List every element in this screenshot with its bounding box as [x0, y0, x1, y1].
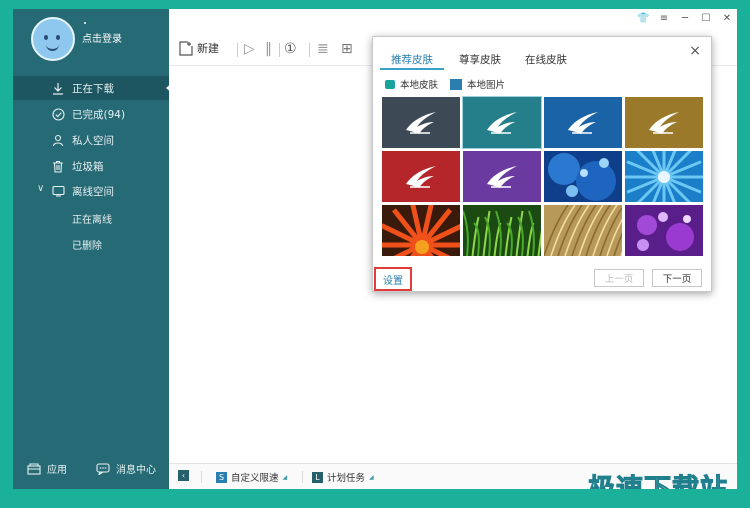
pause-icon[interactable]: ‖: [265, 41, 272, 57]
window-controls: 👕 ≡ ─ ☐ ✕: [637, 13, 733, 24]
speed-icon: S: [216, 471, 227, 483]
priority-icon[interactable]: ①: [284, 41, 297, 57]
picture-icon: [450, 78, 462, 90]
new-task-button[interactable]: 新建: [179, 40, 219, 56]
scheduled-task-button[interactable]: L 计划任务 ◢: [312, 470, 374, 484]
toolbar-divider: [279, 43, 280, 57]
maximize-icon[interactable]: ☐: [700, 13, 712, 24]
skin-thumbnail-blue[interactable]: [544, 97, 622, 148]
tab-premium-skins[interactable]: 尊享皮肤: [459, 52, 501, 67]
schedule-icon: L: [312, 471, 323, 483]
close-icon[interactable]: ×: [689, 43, 701, 59]
avatar-eye: [56, 35, 60, 40]
sidebar-item-trash[interactable]: 垃圾箱: [13, 154, 169, 178]
tab-online-skins[interactable]: 在线皮肤: [525, 52, 567, 67]
sidebar-item-label: 已完成(94): [72, 109, 126, 121]
local-skin-button[interactable]: 本地皮肤: [385, 77, 438, 91]
settings-link[interactable]: 设置: [374, 267, 412, 291]
tasks-icon[interactable]: ≣: [317, 41, 329, 57]
toolbar: 新建 ▷ ‖ ① ≣ ⊞: [169, 35, 369, 63]
close-icon[interactable]: ✕: [721, 13, 733, 24]
next-page-button[interactable]: 下一页: [652, 269, 702, 287]
chevron-down-icon[interactable]: ∨: [37, 183, 44, 194]
skin-thumbnail-golden-grass[interactable]: [544, 205, 622, 256]
skin-thumbnail-teal[interactable]: [462, 96, 542, 149]
message-center-button[interactable]: 消息中心: [96, 461, 156, 476]
avatar-eye: [44, 35, 48, 40]
prev-page-button[interactable]: 上一页: [594, 269, 644, 287]
skin-thumbnail-purple-drops[interactable]: [625, 205, 703, 256]
menu-icon[interactable]: ≡: [658, 13, 670, 24]
sidebar-item-label: 正在下载: [72, 83, 114, 95]
skin-thumbnail-blue-water-drops[interactable]: [544, 151, 622, 202]
custom-speed-label: 自定义限速: [231, 473, 279, 484]
active-caret: [166, 83, 172, 93]
skin-thumbnail-orange-flower[interactable]: [382, 205, 460, 256]
sidebar-item-label: 私人空间: [72, 135, 114, 147]
new-file-icon: [179, 40, 193, 56]
window-frame: 点击登录 正在下载 已完成(94) 私人空间 垃圾箱 ∨ 离线空间 正在离线 已…: [0, 0, 750, 508]
trash-icon: [51, 159, 65, 173]
sidebar-item-label: 离线空间: [72, 186, 114, 198]
local-skin-label: 本地皮肤: [400, 80, 439, 91]
collapse-arrow-icon: ‹: [178, 470, 189, 481]
avatar[interactable]: [31, 17, 75, 61]
skin-thumbnail-blue-flower[interactable]: [625, 151, 703, 202]
dropdown-triangle-icon: ◢: [369, 473, 374, 481]
skin-thumbnail-dark-slate[interactable]: [382, 97, 460, 148]
message-center-label: 消息中心: [116, 465, 156, 476]
active-tab-indicator: [380, 68, 444, 70]
local-picture-label: 本地图片: [467, 80, 506, 91]
sidebar-subitem-offline[interactable]: 正在离线: [72, 211, 112, 226]
sidebar-item-label: 垃圾箱: [72, 161, 104, 173]
toolbar-divider: [237, 43, 238, 57]
watermark-logo: 极速下载站: [588, 467, 728, 490]
sidebar-item-offline-space[interactable]: ∨ 离线空间: [13, 179, 169, 203]
toolbar-divider: [309, 43, 310, 57]
sidebar-item-private-space[interactable]: 私人空间: [13, 128, 169, 152]
check-circle-icon: [51, 107, 65, 121]
skin-thumbnail-red[interactable]: [382, 151, 460, 202]
sidebar-item-downloading[interactable]: 正在下载: [13, 76, 172, 100]
new-task-label: 新建: [197, 42, 219, 55]
dropdown-triangle-icon: ◢: [282, 473, 288, 481]
cloud-icon: [51, 184, 65, 198]
collapse-sidebar-button[interactable]: ‹: [178, 470, 189, 481]
sidebar: 点击登录 正在下载 已完成(94) 私人空间 垃圾箱 ∨ 离线空间 正在离线 已…: [13, 9, 172, 489]
skin-thumbnail-purple[interactable]: [463, 151, 541, 202]
grid-view-icon[interactable]: ⊞: [341, 41, 353, 57]
chat-bubble-icon: [96, 462, 110, 475]
local-picture-button[interactable]: 本地图片: [450, 77, 505, 91]
skin-dialog: 推荐皮肤 尊享皮肤 在线皮肤 × 本地皮肤 本地图片 设置 上一页 下一页: [372, 36, 712, 292]
tshirt-icon: [385, 79, 395, 89]
statusbar-divider: [302, 471, 303, 483]
apps-label: 应用: [47, 465, 67, 476]
skin-thumbnail-olive-gold[interactable]: [625, 97, 703, 148]
sidebar-subitem-deleted[interactable]: 已删除: [72, 237, 102, 252]
download-icon: [51, 81, 65, 95]
minimize-icon[interactable]: ─: [679, 13, 691, 24]
login-link[interactable]: 点击登录: [82, 30, 122, 45]
apps-button[interactable]: 应用: [27, 461, 67, 476]
tab-recommended-skins[interactable]: 推荐皮肤: [391, 52, 433, 67]
play-icon[interactable]: ▷: [244, 41, 255, 57]
status-dot: [84, 22, 86, 24]
app-box-icon: [27, 462, 41, 475]
app-window: 点击登录 正在下载 已完成(94) 私人空间 垃圾箱 ∨ 离线空间 正在离线 已…: [13, 9, 737, 489]
skin-icon[interactable]: 👕: [637, 13, 649, 24]
avatar-mouth: [46, 43, 59, 51]
scheduled-task-label: 计划任务: [327, 473, 366, 484]
statusbar-divider: [201, 471, 202, 483]
skin-thumbnail-green-grass[interactable]: [463, 205, 541, 256]
sidebar-item-completed[interactable]: 已完成(94): [13, 102, 169, 126]
person-icon: [51, 133, 65, 147]
custom-speed-limit-button[interactable]: S 自定义限速 ◢: [216, 470, 287, 484]
